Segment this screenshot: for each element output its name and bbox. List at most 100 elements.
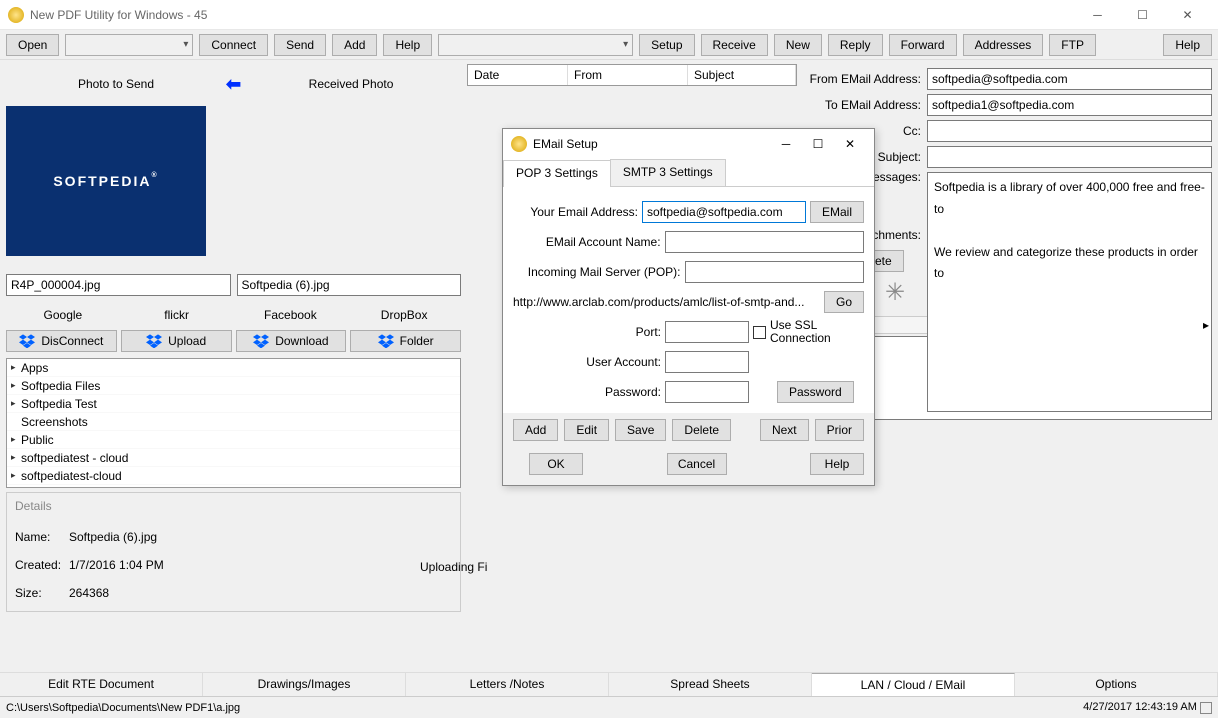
add-button[interactable]: Add — [332, 34, 377, 56]
tab-google[interactable]: Google — [6, 304, 120, 328]
send-button[interactable]: Send — [274, 34, 326, 56]
port-label: Port: — [513, 325, 661, 339]
tab-dropbox[interactable]: DropBox — [347, 304, 461, 328]
dialog-minimize-button[interactable]: ─ — [770, 137, 802, 151]
pop-server-input[interactable] — [685, 261, 865, 283]
created-value: 1/7/2016 1:04 PM — [69, 558, 164, 572]
dialog-icon — [511, 136, 527, 152]
modal-ok-button[interactable]: OK — [529, 453, 583, 475]
chevron-down-icon: ▾ — [183, 39, 188, 50]
download-button[interactable]: Download — [236, 330, 347, 352]
tree-item[interactable]: ▸Softpedia Test — [7, 395, 460, 413]
pop-server-label: Incoming Mail Server (POP): — [513, 265, 681, 279]
ssl-checkbox[interactable] — [753, 326, 766, 339]
resize-grip-icon[interactable] — [1200, 702, 1212, 714]
modal-edit-button[interactable]: Edit — [564, 419, 609, 441]
dialog-title: EMail Setup — [533, 137, 770, 151]
account-name-input[interactable] — [665, 231, 864, 253]
dropbox-icon — [378, 334, 394, 348]
to-email-input[interactable] — [927, 94, 1212, 116]
smtp-list-link[interactable]: http://www.arclab.com/products/amlc/list… — [513, 295, 820, 309]
setup-button[interactable]: Setup — [639, 34, 694, 56]
right-filename-input[interactable] — [237, 274, 462, 296]
tree-item[interactable]: ▸Softpedia Files — [7, 377, 460, 395]
bottom-tab[interactable]: Edit RTE Document — [0, 673, 203, 696]
open-combo[interactable]: ▾ — [65, 34, 193, 56]
maximize-button[interactable]: ☐ — [1120, 1, 1165, 29]
modal-add-button[interactable]: Add — [513, 419, 558, 441]
tree-item[interactable]: ▸Public — [7, 431, 460, 449]
bottom-tab[interactable]: Spread Sheets — [609, 673, 812, 696]
forward-button[interactable]: Forward — [889, 34, 957, 56]
caret-icon: ▸ — [11, 380, 21, 391]
modal-cancel-button[interactable]: Cancel — [667, 453, 727, 475]
subject-input[interactable] — [927, 146, 1212, 168]
tree-item[interactable]: ▸softpediatest - cloud — [7, 449, 460, 467]
modal-delete-button[interactable]: Delete — [672, 419, 731, 441]
tab-pop3[interactable]: POP 3 Settings — [503, 160, 611, 187]
left-filename-input[interactable] — [6, 274, 231, 296]
new-button[interactable]: New — [774, 34, 822, 56]
ftp-button[interactable]: FTP — [1049, 34, 1096, 56]
received-photo-label: Received Photo — [241, 77, 461, 91]
folder-tree[interactable]: ▸Apps▸Softpedia Files▸Softpedia TestScre… — [6, 358, 461, 488]
email-lookup-button[interactable]: EMail — [810, 201, 864, 223]
bottom-tab[interactable]: LAN / Cloud / EMail — [812, 673, 1015, 696]
help2-button[interactable]: Help — [1163, 34, 1212, 56]
password-button[interactable]: Password — [777, 381, 854, 403]
minimize-button[interactable]: ─ — [1075, 1, 1120, 29]
modal-prior-button[interactable]: Prior — [815, 419, 864, 441]
account-name-label: EMail Account Name: — [513, 235, 661, 249]
open-button[interactable]: Open — [6, 34, 59, 56]
user-account-input[interactable] — [665, 351, 749, 373]
arrow-left-icon[interactable]: ⬅ — [226, 74, 241, 95]
tree-item[interactable]: ▸softpediatest-cloud — [7, 467, 460, 485]
scroll-right-icon[interactable]: ▸ — [1203, 318, 1209, 332]
dialog-maximize-button[interactable]: ☐ — [802, 137, 834, 151]
modal-save-button[interactable]: Save — [615, 419, 666, 441]
bottom-tab[interactable]: Drawings/Images — [203, 673, 406, 696]
tab-smtp3[interactable]: SMTP 3 Settings — [610, 159, 726, 186]
port-input[interactable] — [665, 321, 749, 343]
created-label: Created: — [15, 558, 69, 572]
from-email-input[interactable] — [927, 68, 1212, 90]
disconnect-button[interactable]: DisConnect — [6, 330, 117, 352]
tab-facebook[interactable]: Facebook — [234, 304, 348, 328]
addresses-button[interactable]: Addresses — [963, 34, 1044, 56]
password-input[interactable] — [665, 381, 749, 403]
bottom-tab[interactable]: Letters /Notes — [406, 673, 609, 696]
tab-flickr[interactable]: flickr — [120, 304, 234, 328]
tree-item[interactable]: ▸Apps — [7, 359, 460, 377]
help-button[interactable]: Help — [383, 34, 432, 56]
dropbox-icon — [146, 334, 162, 348]
status-time: 4/27/2017 12:43:19 AM — [1083, 701, 1197, 713]
titlebar: New PDF Utility for Windows - 45 ─ ☐ ✕ — [0, 0, 1218, 30]
tree-item[interactable]: Screenshots — [7, 413, 460, 431]
app-icon — [8, 7, 24, 23]
col-date[interactable]: Date — [468, 65, 568, 85]
main-toolbar: Open ▾ Connect Send Add Help ▾ Setup Rec… — [0, 30, 1218, 60]
caret-icon: ▸ — [11, 398, 21, 409]
col-subject[interactable]: Subject — [688, 65, 796, 85]
your-email-input[interactable] — [642, 201, 806, 223]
col-from[interactable]: From — [568, 65, 688, 85]
upload-button[interactable]: Upload — [121, 330, 232, 352]
reply-button[interactable]: Reply — [828, 34, 883, 56]
receive-button[interactable]: Receive — [701, 34, 768, 56]
modal-next-button[interactable]: Next — [760, 419, 809, 441]
to-email-label: To EMail Address: — [803, 98, 923, 112]
bottom-tab[interactable]: Options — [1015, 673, 1218, 696]
dropbox-icon — [253, 334, 269, 348]
details-panel: Details Name:Softpedia (6).jpg Created:1… — [6, 492, 461, 612]
account-combo[interactable]: ▾ — [438, 34, 633, 56]
go-button[interactable]: Go — [824, 291, 864, 313]
dialog-close-button[interactable]: ✕ — [834, 137, 866, 151]
close-button[interactable]: ✕ — [1165, 1, 1210, 29]
caret-icon: ▸ — [11, 434, 21, 445]
connect-button[interactable]: Connect — [199, 34, 268, 56]
folder-button[interactable]: Folder — [350, 330, 461, 352]
cc-input[interactable] — [927, 120, 1212, 142]
message-body[interactable]: Softpedia is a library of over 400,000 f… — [927, 172, 1212, 412]
message-list-header: Date From Subject — [467, 64, 797, 86]
modal-help-button[interactable]: Help — [810, 453, 864, 475]
